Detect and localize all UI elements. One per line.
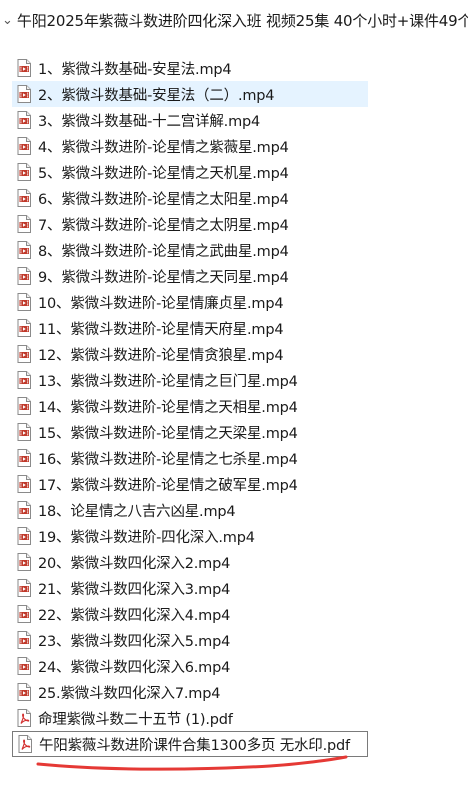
video-file-icon <box>14 448 34 468</box>
file-item[interactable]: 22、紫微斗数四化深入4.mp4 <box>12 601 368 627</box>
file-name: 21、紫微斗数四化深入3.mp4 <box>38 581 231 598</box>
file-name: 20、紫微斗数四化深入2.mp4 <box>38 555 231 572</box>
file-item[interactable]: 19、紫微斗数进阶-四化深入.mp4 <box>12 523 368 549</box>
video-file-icon <box>14 84 34 104</box>
file-list: 1、紫微斗数基础-安星法.mp4 2、紫微斗数基础-安星法（二）.mp4 3、紫微斗… <box>12 55 368 757</box>
file-name: 5、紫微斗数进阶-论星情之天机星.mp4 <box>38 165 289 182</box>
video-file-icon <box>14 344 34 364</box>
file-name: 7、紫微斗数进阶-论星情之太阴星.mp4 <box>38 217 289 234</box>
video-file-icon <box>14 500 34 520</box>
video-file-icon <box>14 682 34 702</box>
pdf-file-icon <box>14 708 34 728</box>
video-file-icon <box>14 422 34 442</box>
file-item[interactable]: 午阳紫薇斗数进阶课件合集1300多页 无水印.pdf <box>12 731 368 757</box>
file-name: 15、紫微斗数进阶-论星情之天梁星.mp4 <box>38 425 298 442</box>
file-name: 12、紫微斗数进阶-论星情贪狼星.mp4 <box>38 347 284 364</box>
video-file-icon <box>14 266 34 286</box>
video-file-icon <box>14 578 34 598</box>
file-name: 命理紫微斗数二十五节 (1).pdf <box>38 711 233 728</box>
file-item[interactable]: 15、紫微斗数进阶-论星情之天梁星.mp4 <box>12 419 368 445</box>
file-item[interactable]: 23、紫微斗数四化深入5.mp4 <box>12 627 368 653</box>
file-item[interactable]: 3、紫微斗数基础-十二宫详解.mp4 <box>12 107 368 133</box>
file-name: 9、紫微斗数进阶-论星情之天同星.mp4 <box>38 269 289 286</box>
video-file-icon <box>14 292 34 312</box>
file-item[interactable]: 18、论星情之八吉六凶星.mp4 <box>12 497 368 523</box>
file-item[interactable]: 20、紫微斗数四化深入2.mp4 <box>12 549 368 575</box>
file-item[interactable]: 11、紫微斗数进阶-论星情天府星.mp4 <box>12 315 368 341</box>
file-name: 1、紫微斗数基础-安星法.mp4 <box>38 61 232 78</box>
video-file-icon <box>14 604 34 624</box>
file-name: 22、紫微斗数四化深入4.mp4 <box>38 607 231 624</box>
file-name: 18、论星情之八吉六凶星.mp4 <box>38 503 236 520</box>
file-name: 午阳紫薇斗数进阶课件合集1300多页 无水印.pdf <box>39 737 350 754</box>
file-item[interactable]: 13、紫微斗数进阶-论星情之巨门星.mp4 <box>12 367 368 393</box>
video-file-icon <box>14 110 34 130</box>
video-file-icon <box>14 162 34 182</box>
video-file-icon <box>14 474 34 494</box>
file-item[interactable]: 25.紫微斗数四化深入7.mp4 <box>12 679 368 705</box>
video-file-icon <box>14 396 34 416</box>
video-file-icon <box>14 552 34 572</box>
folder-header[interactable]: ⌄ 午阳2025年紫薇斗数进阶四化深入班 视频25集 40个小时+课件49个文 <box>0 0 468 40</box>
file-item[interactable]: 9、紫微斗数进阶-论星情之天同星.mp4 <box>12 263 368 289</box>
video-file-icon <box>14 318 34 338</box>
file-item[interactable]: 14、紫微斗数进阶-论星情之天相星.mp4 <box>12 393 368 419</box>
file-item[interactable]: 21、紫微斗数四化深入3.mp4 <box>12 575 368 601</box>
file-item[interactable]: 17、紫微斗数进阶-论星情之破军星.mp4 <box>12 471 368 497</box>
chevron-down-icon[interactable]: ⌄ <box>2 14 13 27</box>
file-item[interactable]: 12、紫微斗数进阶-论星情贪狼星.mp4 <box>12 341 368 367</box>
file-item[interactable]: 5、紫微斗数进阶-论星情之天机星.mp4 <box>12 159 368 185</box>
file-item[interactable]: 2、紫微斗数基础-安星法（二）.mp4 <box>12 81 368 107</box>
folder-title: 午阳2025年紫薇斗数进阶四化深入班 视频25集 40个小时+课件49个文 <box>16 11 468 30</box>
file-name: 17、紫微斗数进阶-论星情之破军星.mp4 <box>38 477 298 494</box>
file-name: 11、紫微斗数进阶-论星情天府星.mp4 <box>38 321 284 338</box>
video-file-icon <box>14 370 34 390</box>
file-item[interactable]: 1、紫微斗数基础-安星法.mp4 <box>12 55 368 81</box>
video-file-icon <box>14 214 34 234</box>
file-item[interactable]: 命理紫微斗数二十五节 (1).pdf <box>12 705 368 731</box>
file-name: 23、紫微斗数四化深入5.mp4 <box>38 633 231 650</box>
file-name: 13、紫微斗数进阶-论星情之巨门星.mp4 <box>38 373 298 390</box>
file-item[interactable]: 24、紫微斗数四化深入6.mp4 <box>12 653 368 679</box>
file-name: 25.紫微斗数四化深入7.mp4 <box>38 685 221 702</box>
file-item[interactable]: 10、紫微斗数进阶-论星情廉贞星.mp4 <box>12 289 368 315</box>
file-item[interactable]: 4、紫微斗数进阶-论星情之紫薇星.mp4 <box>12 133 368 159</box>
video-file-icon <box>14 240 34 260</box>
pdf-file-icon <box>15 734 35 754</box>
file-name: 8、紫微斗数进阶-论星情之武曲星.mp4 <box>38 243 289 260</box>
video-file-icon <box>14 526 34 546</box>
file-name: 24、紫微斗数四化深入6.mp4 <box>38 659 231 676</box>
video-file-icon <box>14 656 34 676</box>
file-name: 2、紫微斗数基础-安星法（二）.mp4 <box>38 87 275 104</box>
file-name: 14、紫微斗数进阶-论星情之天相星.mp4 <box>38 399 298 416</box>
file-name: 19、紫微斗数进阶-四化深入.mp4 <box>38 529 255 546</box>
file-name: 4、紫微斗数进阶-论星情之紫薇星.mp4 <box>38 139 289 156</box>
file-item[interactable]: 7、紫微斗数进阶-论星情之太阴星.mp4 <box>12 211 368 237</box>
file-item[interactable]: 16、紫微斗数进阶-论星情之七杀星.mp4 <box>12 445 368 471</box>
file-item[interactable]: 8、紫微斗数进阶-论星情之武曲星.mp4 <box>12 237 368 263</box>
file-name: 6、紫微斗数进阶-论星情之太阳星.mp4 <box>38 191 289 208</box>
file-name: 16、紫微斗数进阶-论星情之七杀星.mp4 <box>38 451 298 468</box>
file-name: 3、紫微斗数基础-十二宫详解.mp4 <box>38 113 261 130</box>
file-name: 10、紫微斗数进阶-论星情廉贞星.mp4 <box>38 295 284 312</box>
video-file-icon <box>14 630 34 650</box>
video-file-icon <box>14 58 34 78</box>
file-item[interactable]: 6、紫微斗数进阶-论星情之太阳星.mp4 <box>12 185 368 211</box>
video-file-icon <box>14 136 34 156</box>
video-file-icon <box>14 188 34 208</box>
